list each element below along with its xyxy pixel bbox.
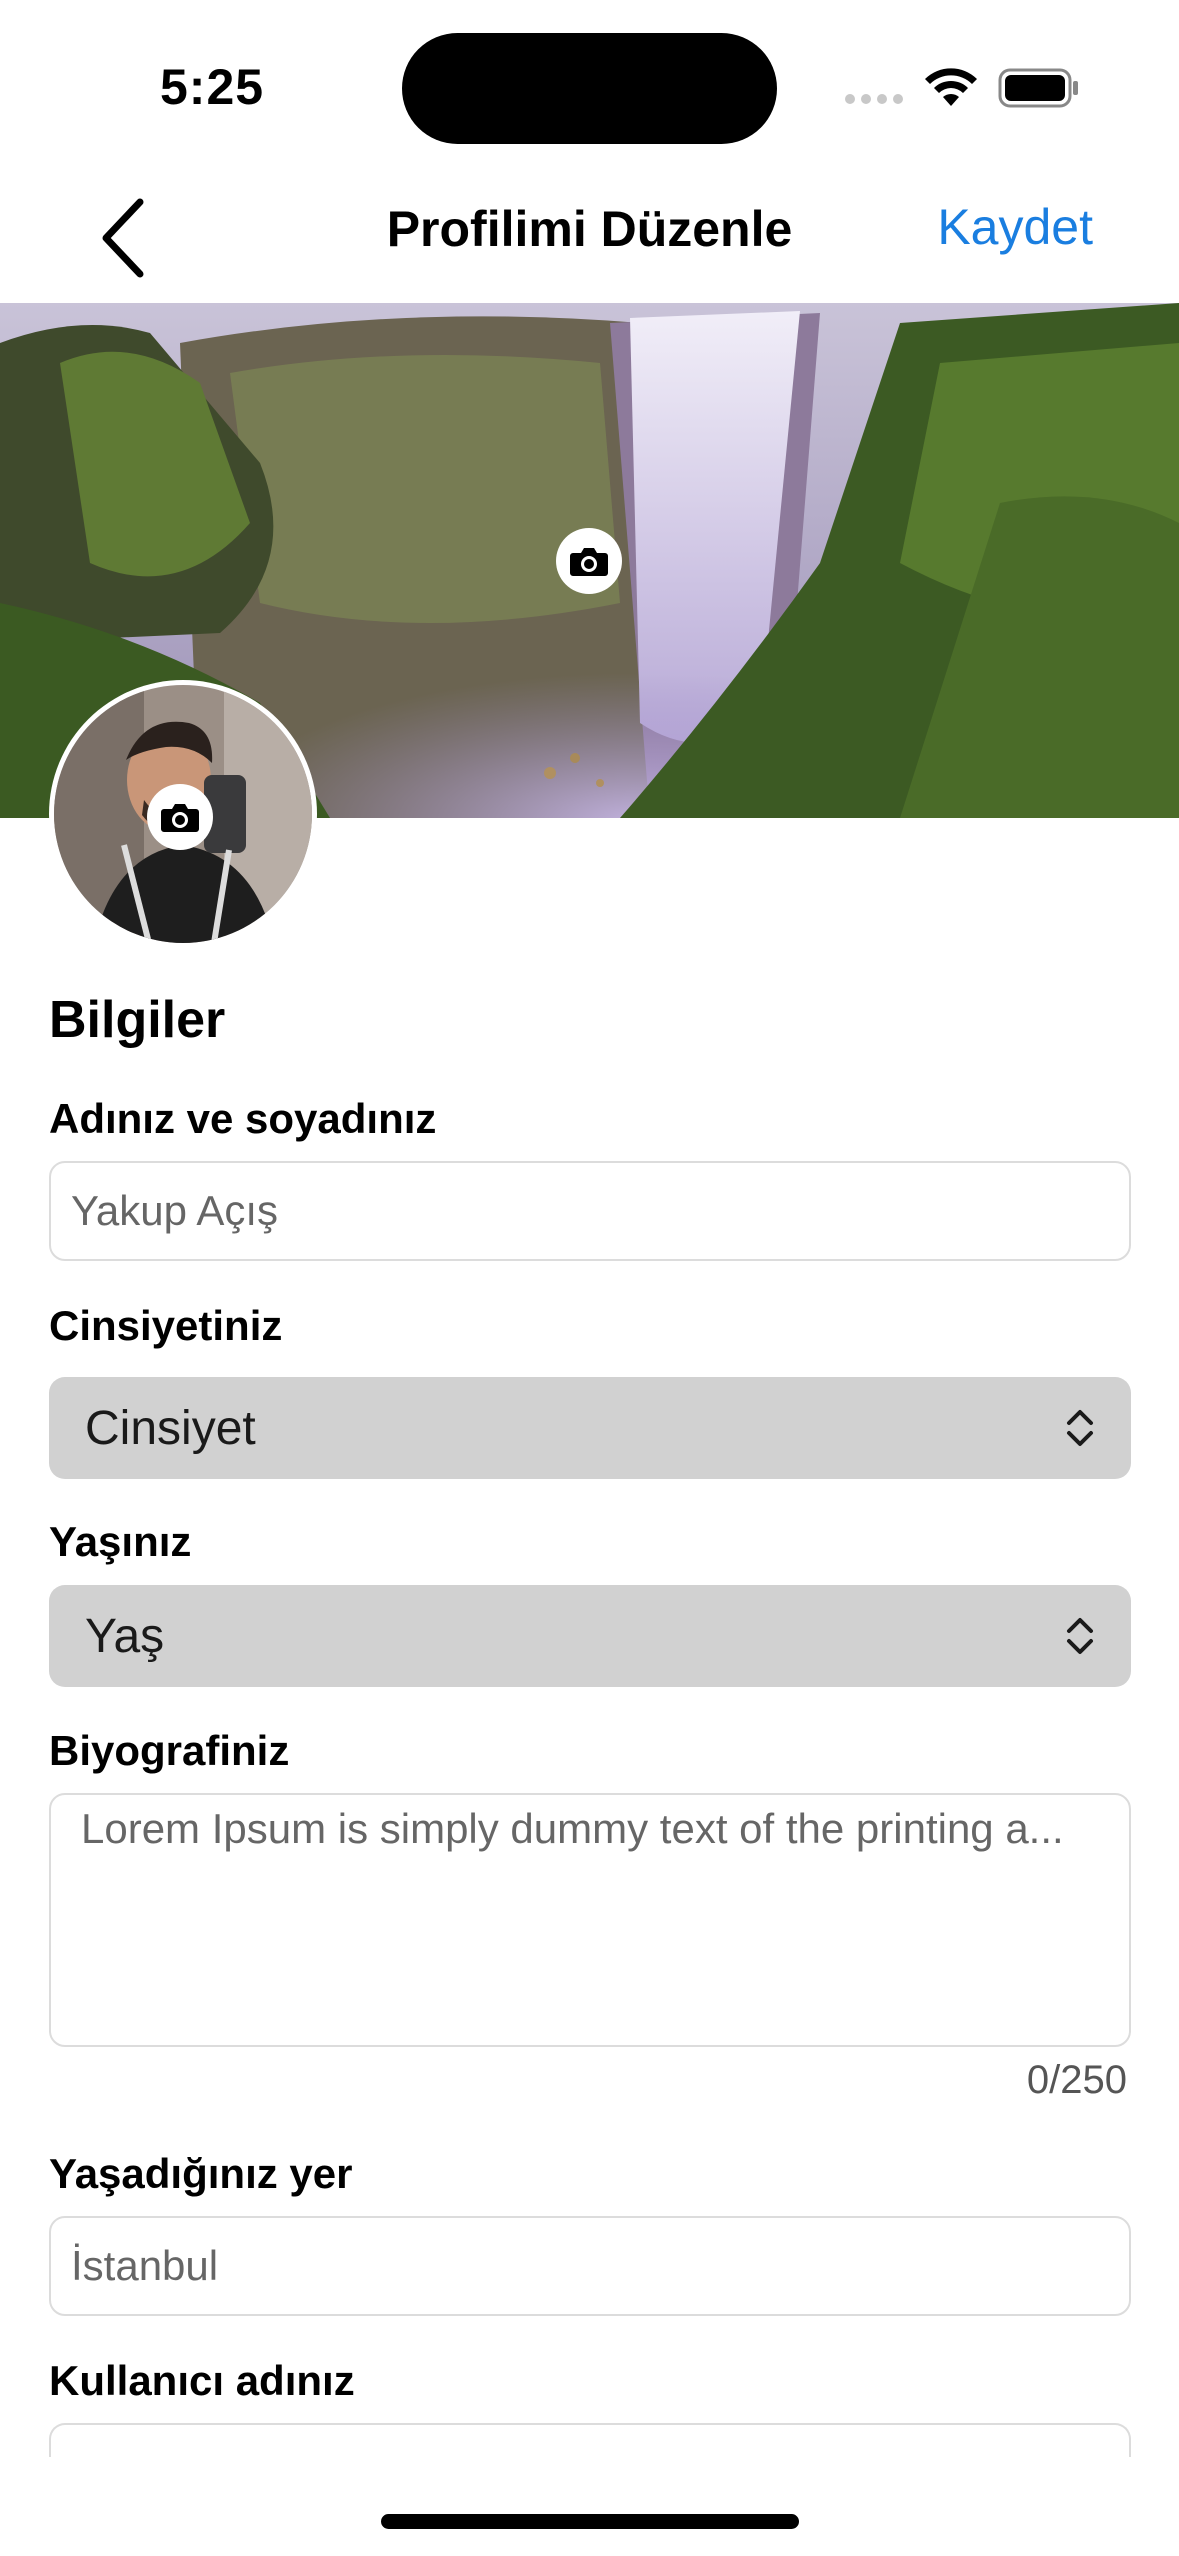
name-label: Adınız ve soyadınız: [49, 1095, 437, 1142]
username-input[interactable]: [49, 2423, 1131, 2457]
location-input[interactable]: İstanbul: [49, 2216, 1131, 2316]
cellular-signal-icon: [845, 94, 903, 104]
wifi-icon: [925, 68, 977, 106]
change-cover-button[interactable]: [556, 528, 622, 594]
status-time: 5:25: [160, 59, 265, 115]
location-label: Yaşadığınız yer: [49, 2150, 353, 2197]
username-label: Kullanıcı adınız: [49, 2357, 355, 2404]
chevron-left-icon: [102, 198, 144, 278]
section-title: Bilgiler: [49, 991, 226, 1049]
camera-icon: [570, 548, 608, 576]
chevron-up-down-icon: [1067, 1410, 1093, 1446]
back-button[interactable]: [88, 188, 158, 288]
name-input[interactable]: Yakup Açış: [49, 1161, 1131, 1261]
gender-label: Cinsiyetiniz: [49, 1302, 283, 1349]
gender-select-value: Cinsiyet: [85, 1401, 256, 1455]
dynamic-island: [402, 33, 777, 144]
camera-icon: [161, 804, 199, 832]
bio-character-counter: 0/250: [1026, 2058, 1127, 2102]
age-label: Yaşınız: [49, 1518, 192, 1565]
chevron-up-down-icon: [1067, 1618, 1093, 1654]
home-indicator: [381, 2514, 799, 2529]
bio-label: Biyografiniz: [49, 1727, 290, 1774]
battery-icon: [998, 68, 1078, 108]
age-select-value: Yaş: [85, 1609, 165, 1663]
save-button[interactable]: Kaydet: [937, 198, 1093, 256]
change-avatar-button[interactable]: [147, 784, 213, 850]
navigation-bar: Profilimi Düzenle Kaydet: [0, 170, 1179, 304]
gender-select[interactable]: Cinsiyet: [49, 1377, 1131, 1479]
status-bar: 5:25: [0, 0, 1179, 170]
bio-textarea[interactable]: Lorem Ipsum is simply dummy text of the …: [49, 1793, 1131, 2047]
age-select[interactable]: Yaş: [49, 1585, 1131, 1687]
